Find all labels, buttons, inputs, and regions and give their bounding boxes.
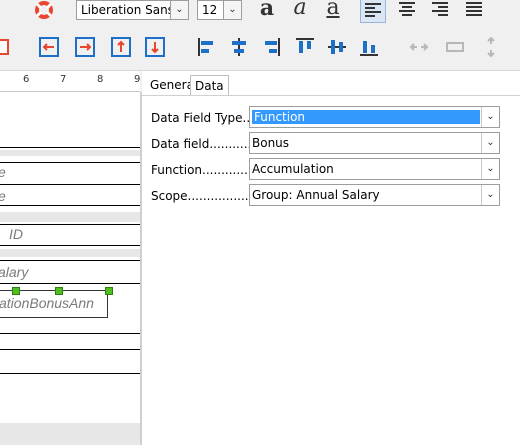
divider bbox=[0, 373, 140, 374]
divider bbox=[0, 333, 140, 334]
chevron-down-icon[interactable]: ⌄ bbox=[481, 133, 499, 153]
data-field-value: Bonus bbox=[252, 136, 290, 150]
report-design-canvas[interactable]: e e ID alary ationBonusAnn bbox=[0, 92, 142, 445]
tab-divider bbox=[142, 95, 520, 96]
shrink-right-icon[interactable] bbox=[74, 36, 96, 58]
align-right-icon bbox=[432, 2, 448, 16]
shrink-icon[interactable] bbox=[0, 36, 14, 58]
scope-combobox[interactable]: Group: Annual Salary ⌄ bbox=[249, 184, 500, 206]
scope-value: Group: Annual Salary bbox=[252, 188, 380, 202]
selected-field-text: ationBonusAnn bbox=[0, 295, 94, 311]
section-band bbox=[0, 423, 140, 445]
italic-button[interactable]: a bbox=[287, 0, 313, 22]
chevron-down-icon[interactable]: ⌄ bbox=[481, 159, 499, 179]
align-controls-top-icon[interactable] bbox=[294, 36, 316, 58]
shrink-top-icon[interactable] bbox=[110, 36, 132, 58]
font-name-value: Liberation Sans bbox=[81, 3, 174, 17]
underline-button[interactable]: a bbox=[320, 0, 346, 22]
align-right-button[interactable] bbox=[427, 0, 453, 23]
divider bbox=[0, 283, 140, 284]
distribute-vertical-icon bbox=[487, 36, 495, 58]
distribute-horizontal-icon bbox=[409, 43, 429, 51]
divider bbox=[0, 349, 140, 350]
font-size-value: 12 bbox=[202, 3, 218, 17]
shrink-left-icon[interactable] bbox=[38, 36, 60, 58]
chevron-down-icon[interactable]: ⌄ bbox=[170, 1, 188, 19]
font-size-combobox[interactable]: 12 ⌄ bbox=[197, 0, 242, 20]
align-left-button[interactable] bbox=[360, 0, 386, 23]
properties-panel: General Data Data Field Type..... Functi… bbox=[142, 71, 520, 445]
resize-handle[interactable] bbox=[105, 287, 113, 295]
report-field[interactable]: e bbox=[0, 188, 6, 204]
align-controls-left-icon[interactable] bbox=[196, 36, 218, 58]
report-field[interactable]: ID bbox=[9, 226, 23, 242]
align-left-icon bbox=[365, 3, 381, 17]
align-controls-right-icon[interactable] bbox=[260, 36, 282, 58]
data-field-type-value: Function bbox=[252, 110, 480, 124]
font-name-combobox[interactable]: Liberation Sans ⌄ bbox=[76, 0, 189, 20]
report-field[interactable]: e bbox=[0, 164, 6, 180]
resize-handle[interactable] bbox=[55, 287, 63, 295]
divider bbox=[0, 205, 140, 206]
report-field[interactable]: alary bbox=[0, 264, 28, 280]
align-controls-center-icon[interactable] bbox=[228, 36, 250, 58]
align-controls-middle-icon[interactable] bbox=[326, 36, 348, 58]
justify-button[interactable] bbox=[461, 0, 487, 23]
function-label: Function................ bbox=[151, 163, 264, 177]
divider bbox=[0, 162, 140, 163]
align-controls-bottom-icon[interactable] bbox=[358, 36, 380, 58]
chevron-down-icon[interactable]: ⌄ bbox=[223, 1, 241, 19]
section-band bbox=[0, 212, 140, 222]
tab-data[interactable]: Data bbox=[190, 75, 229, 96]
align-center-button[interactable] bbox=[394, 0, 420, 23]
horizontal-ruler: 6 7 8 9 bbox=[0, 71, 140, 92]
data-field-type-label: Data Field Type..... bbox=[151, 111, 262, 125]
ruler-tick: 8 bbox=[97, 74, 104, 85]
ruler-tick: 6 bbox=[23, 74, 30, 85]
divider bbox=[0, 224, 140, 225]
formatting-toolbar: Liberation Sans ⌄ 12 ⌄ a a a bbox=[0, 0, 520, 24]
alignment-toolbar bbox=[0, 24, 520, 71]
help-lifebuoy-icon[interactable] bbox=[33, 0, 55, 22]
justify-icon bbox=[466, 2, 482, 16]
ruler-tick: 9 bbox=[134, 74, 141, 85]
shrink-bottom-icon[interactable] bbox=[144, 36, 166, 58]
function-value: Accumulation bbox=[252, 162, 334, 176]
data-field-combobox[interactable]: Bonus ⌄ bbox=[249, 132, 500, 154]
divider bbox=[0, 184, 140, 185]
resize-handle[interactable] bbox=[12, 287, 20, 295]
chevron-down-icon[interactable]: ⌄ bbox=[481, 185, 499, 205]
ruler-tick: 7 bbox=[60, 74, 67, 85]
bold-button[interactable]: a bbox=[254, 0, 280, 22]
section-band bbox=[0, 249, 140, 257]
divider bbox=[0, 260, 140, 261]
section-band bbox=[0, 150, 140, 156]
equal-width-icon bbox=[446, 42, 464, 52]
data-field-type-combobox[interactable]: Function ⌄ bbox=[249, 106, 500, 128]
align-center-icon bbox=[399, 2, 415, 16]
divider bbox=[0, 245, 140, 246]
chevron-down-icon[interactable]: ⌄ bbox=[481, 107, 499, 127]
function-combobox[interactable]: Accumulation ⌄ bbox=[249, 158, 500, 180]
divider bbox=[0, 147, 140, 148]
